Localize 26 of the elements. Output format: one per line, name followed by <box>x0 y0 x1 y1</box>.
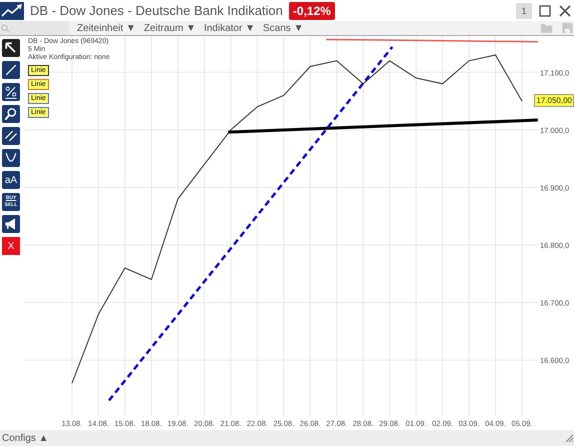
menu-dropdown[interactable]: Scans ▼ <box>263 22 304 34</box>
price-tag: 17.050,00 <box>534 94 574 108</box>
window-title: DB - Dow Jones - Deutsche Bank Indikation <box>30 3 283 18</box>
pointer-tool-button[interactable] <box>2 39 20 58</box>
megaphone-tool-button[interactable] <box>2 215 20 234</box>
resize-grip-icon[interactable] <box>564 433 574 444</box>
maximize-icon[interactable] <box>538 4 552 18</box>
delete-tool-button[interactable]: X <box>2 237 20 256</box>
zoom-tool-button[interactable] <box>2 105 20 124</box>
configs-button[interactable]: Configs ▲ <box>0 432 51 444</box>
window-number-button[interactable]: 1 <box>516 2 532 19</box>
search-field[interactable] <box>0 21 69 36</box>
search-icon <box>1 24 10 33</box>
magnifier-icon <box>3 106 19 122</box>
trend-line[interactable] <box>228 118 538 134</box>
text-tool-button[interactable]: aA <box>2 171 20 190</box>
percent-icon <box>3 84 19 100</box>
menu-dropdown[interactable]: Zeiteinheit ▼ <box>77 22 136 34</box>
curve-tool-button[interactable] <box>2 149 20 168</box>
line-tool-button[interactable] <box>2 61 20 80</box>
menu-dropdown[interactable]: Zeitraum ▼ <box>144 22 196 34</box>
change-badge: -0,12% <box>288 2 335 20</box>
menu-dropdown[interactable]: Indikator ▼ <box>204 22 255 34</box>
percent-tool-button[interactable] <box>2 83 20 102</box>
close-icon[interactable] <box>558 4 572 18</box>
parallel-tool-button[interactable] <box>2 127 20 146</box>
